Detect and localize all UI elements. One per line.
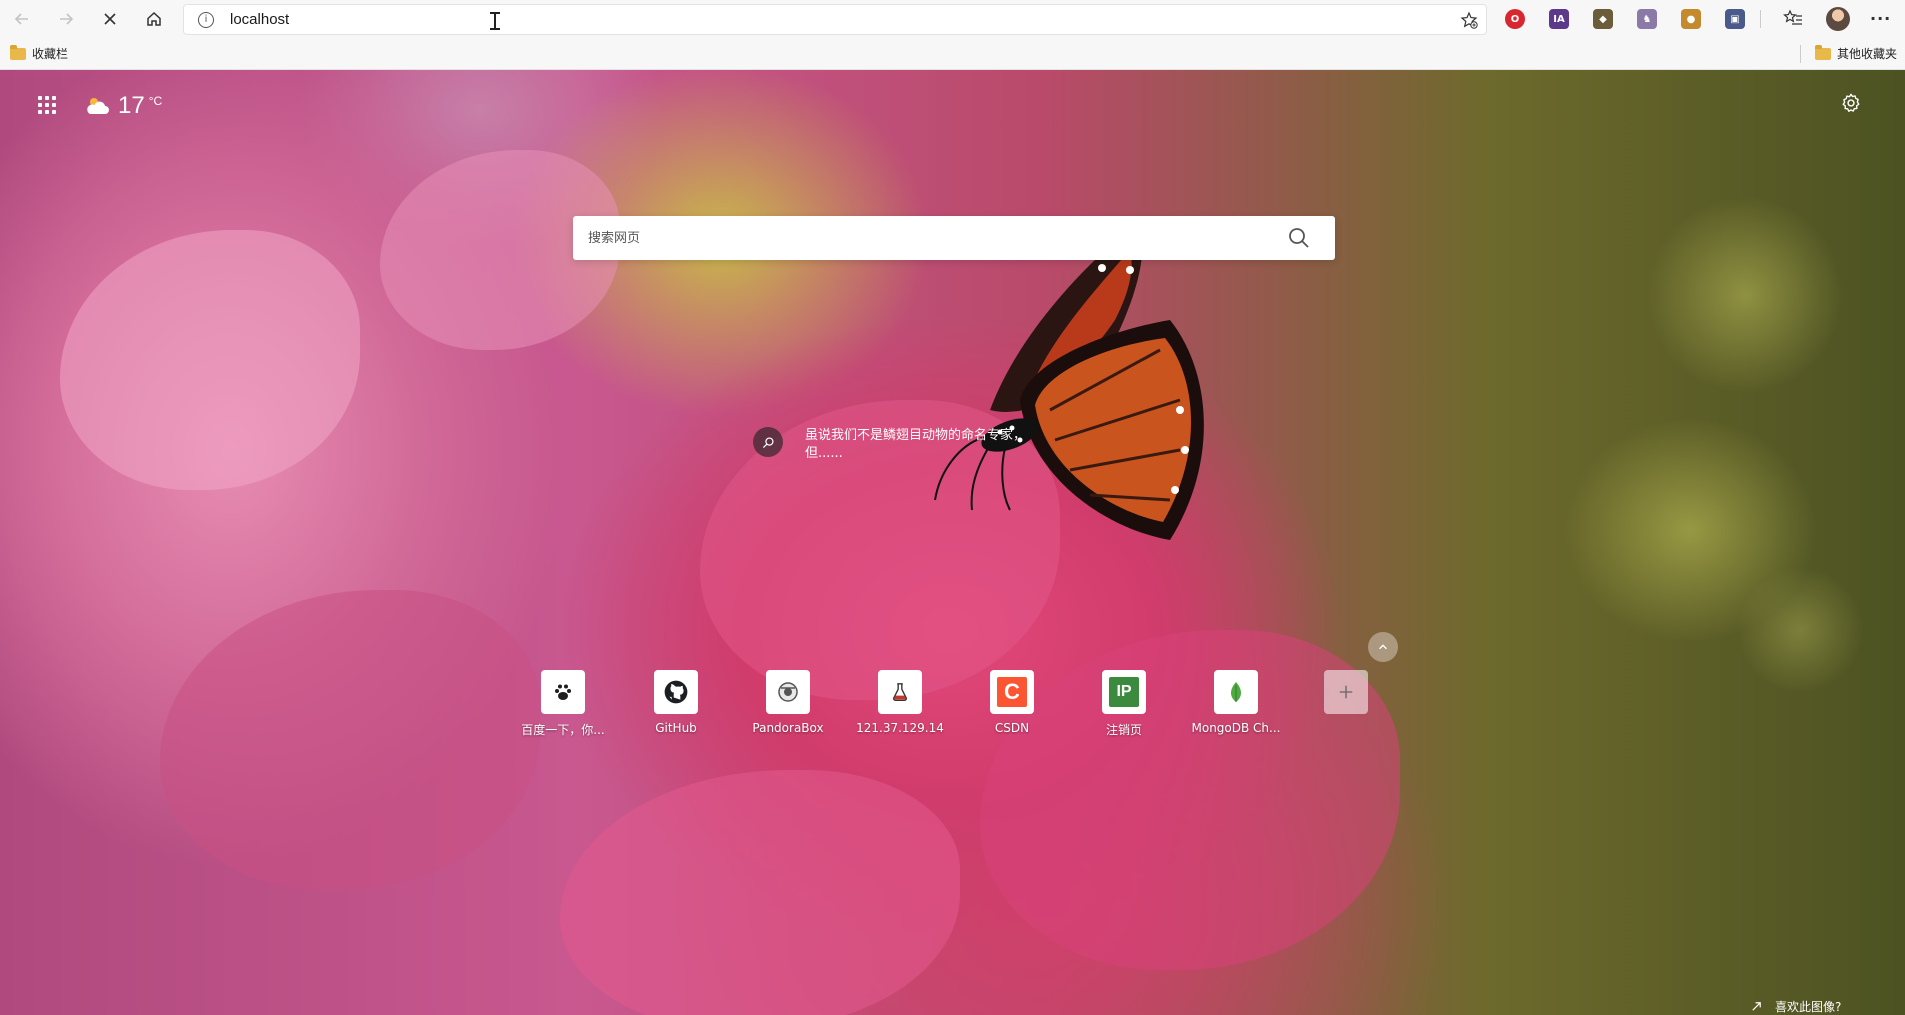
expand-arrow-icon (1752, 1002, 1761, 1011)
search-icon[interactable] (1287, 226, 1311, 250)
partly-cloudy-icon (87, 98, 109, 114)
puzzle-icon[interactable]: ▣ (1725, 9, 1745, 29)
quick-link-mongodb[interactable]: MongoDB Ch... (1181, 670, 1291, 735)
background-petal (560, 770, 960, 1015)
temperature-value: 17 (118, 92, 145, 119)
background-petal (60, 230, 360, 490)
search-input[interactable] (573, 216, 1287, 260)
apps-grid-button[interactable] (38, 96, 56, 114)
home-icon (147, 11, 161, 26)
baidu-paw-icon (541, 670, 585, 714)
add-quick-link-button[interactable] (1291, 670, 1401, 721)
address-bar[interactable]: i localhost (183, 4, 1487, 35)
pandora-icon (766, 670, 810, 714)
quick-link-label: 121.37.129.14 (856, 721, 944, 735)
quick-link-label: 注销页 (1105, 723, 1142, 737)
mongodb-leaf-icon (1214, 670, 1258, 714)
image-fact-hotspot[interactable]: 虽说我们不是鳞翅目动物的命名专家， 但...... (753, 427, 1065, 463)
quick-link-github[interactable]: GitHub (621, 670, 731, 735)
fact-search-icon[interactable] (753, 427, 783, 457)
folder-icon (10, 44, 26, 60)
fact-line-2: 但...... (805, 446, 843, 461)
toolbar-separator (1760, 10, 1761, 28)
weather-widget[interactable]: 17 °C (84, 92, 162, 120)
bookmark-folder-favorites[interactable]: 收藏栏 (10, 44, 69, 62)
flask-icon (878, 670, 922, 714)
home-button[interactable] (132, 0, 176, 38)
github-icon (654, 670, 698, 714)
background-petal (160, 590, 540, 890)
like-image-text: 喜欢此图像? (1775, 1000, 1842, 1014)
back-button[interactable] (0, 0, 44, 38)
search-box[interactable] (573, 216, 1335, 260)
forward-arrow-icon (60, 13, 74, 25)
ip-icon: IP (1102, 670, 1146, 714)
add-icon (1324, 670, 1368, 714)
csdn-icon: C (990, 670, 1034, 714)
stop-loading-button[interactable] (88, 0, 132, 38)
quick-link-csdn[interactable]: C CSDN (957, 670, 1067, 735)
bookmark-folder-label: 收藏栏 (32, 47, 69, 61)
forward-button[interactable] (44, 0, 88, 38)
add-favorite-star-icon[interactable] (1460, 11, 1478, 29)
quick-link-label: 百度一下，你... (521, 723, 605, 737)
temperature-unit: °C (148, 94, 163, 108)
new-tab-page: 17 °C 虽说我们不是鳞翅目动物的命名专家， 但...... (0, 70, 1905, 1015)
folder-icon (1815, 44, 1831, 60)
back-arrow-icon (14, 13, 28, 25)
quick-link-ip-server[interactable]: 121.37.129.14 (845, 670, 955, 735)
profile-avatar[interactable] (1826, 7, 1850, 31)
settings-gear-icon[interactable] (1840, 92, 1862, 114)
more-menu-button[interactable]: ··· (1870, 9, 1892, 29)
browser-toolbar: i localhost O IA ◆ ♞ ● ▣ ··· (0, 0, 1905, 38)
quick-link-logout[interactable]: IP 注销页 (1069, 670, 1179, 738)
site-info-icon[interactable]: i (198, 11, 214, 28)
butterfly-image (934, 220, 1204, 540)
collapse-quicklinks-button[interactable] (1368, 632, 1398, 662)
chevron-up-icon (1379, 644, 1387, 650)
unicorn-icon[interactable]: ♞ (1637, 9, 1657, 29)
bookmarks-bar: 收藏栏 其他收藏夹 (0, 38, 1905, 70)
bookmark-folder-label: 其他收藏夹 (1837, 47, 1898, 61)
fact-text[interactable]: 虽说我们不是鳞翅目动物的命名专家， 但...... (805, 427, 1065, 463)
bookmarks-separator (1800, 45, 1801, 63)
ia-icon[interactable]: IA (1549, 9, 1569, 29)
address-url: localhost (230, 11, 290, 28)
quick-link-label: MongoDB Ch... (1191, 721, 1281, 735)
lock-icon[interactable]: ● (1681, 9, 1701, 29)
quick-link-label: CSDN (994, 721, 1030, 735)
quick-link-label: PandoraBox (752, 721, 824, 735)
quick-link-pandorabox[interactable]: PandoraBox (733, 670, 843, 735)
like-image-prompt[interactable]: 喜欢此图像? (1750, 998, 1841, 1015)
quick-link-label: GitHub (655, 721, 697, 735)
quick-link-baidu[interactable]: 百度一下，你... (508, 670, 618, 738)
cube-icon[interactable]: ◆ (1593, 9, 1613, 29)
fact-line-1: 虽说我们不是鳞翅目动物的命名专家， (805, 428, 1027, 443)
close-icon (104, 13, 116, 25)
favorites-list-icon[interactable] (1782, 8, 1804, 30)
text-cursor-icon (490, 12, 500, 30)
bookmark-folder-other[interactable]: 其他收藏夹 (1815, 44, 1898, 62)
red-shield-icon[interactable]: O (1505, 9, 1525, 29)
magnifier-icon (762, 436, 774, 448)
